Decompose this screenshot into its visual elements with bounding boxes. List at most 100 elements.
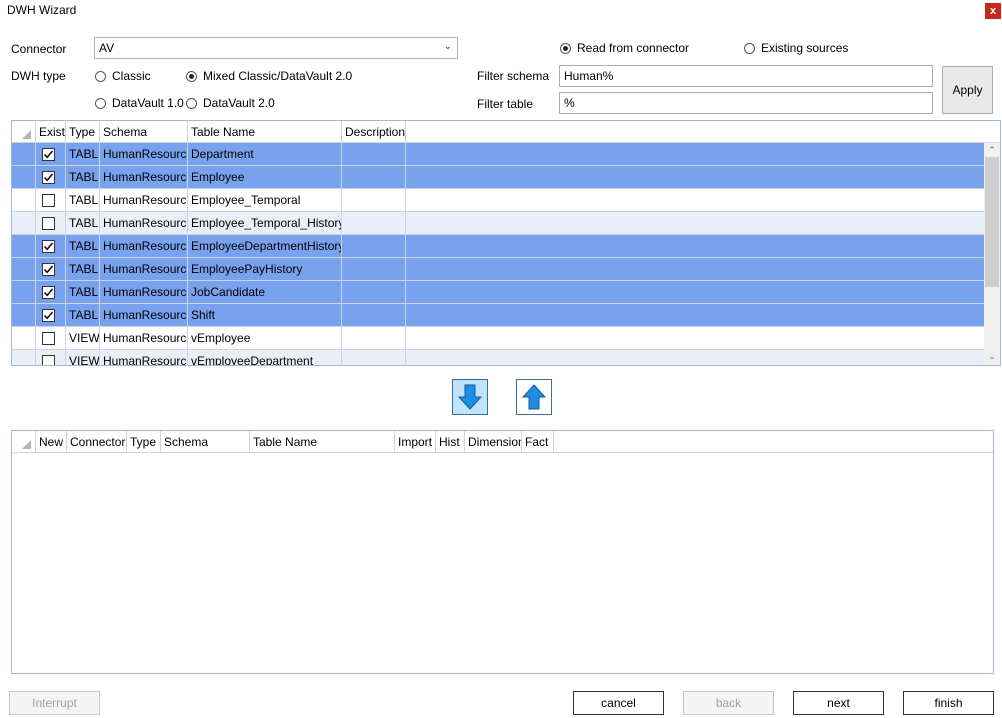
row-header[interactable]	[12, 304, 36, 327]
back-label: back	[715, 696, 742, 710]
exist-cell	[36, 189, 66, 212]
row-header[interactable]	[12, 235, 36, 258]
checkbox-checked[interactable]	[42, 171, 55, 184]
finish-label: finish	[934, 696, 963, 710]
connector-select[interactable]: AV ⌄	[94, 37, 458, 59]
scroll-up-icon[interactable]: ⌃	[984, 145, 1000, 156]
vertical-scrollbar[interactable]: ⌃ ⌄	[984, 143, 1000, 365]
checkbox-unchecked[interactable]	[42, 355, 55, 365]
source-table-grid[interactable]: Exist Type Schema Table Name Description…	[11, 120, 1001, 366]
column-header-type[interactable]: Type	[66, 121, 100, 143]
radio-mixed[interactable]: Mixed Classic/DataVault 2.0	[186, 69, 352, 83]
schema-cell: HumanResources	[100, 212, 188, 235]
column-header-table-name[interactable]: Table Name	[250, 431, 395, 453]
next-label: next	[827, 696, 850, 710]
type-cell: TABLE	[66, 143, 100, 166]
table-row[interactable]: TABLEHumanResourcesEmployee	[12, 166, 985, 189]
radio-datavault-1[interactable]: DataVault 1.0	[95, 96, 184, 110]
table-row[interactable]: TABLEHumanResourcesJobCandidate	[12, 281, 985, 304]
radio-read-from-connector[interactable]: Read from connector	[560, 41, 689, 55]
type-cell: TABLE	[66, 212, 100, 235]
back-button[interactable]: back	[683, 691, 774, 715]
description-cell	[342, 235, 406, 258]
column-header-new[interactable]: New	[36, 431, 67, 453]
column-header-description[interactable]: Description	[342, 121, 406, 143]
description-cell	[342, 304, 406, 327]
exist-cell	[36, 327, 66, 350]
checkbox-checked[interactable]	[42, 240, 55, 253]
description-cell	[342, 350, 406, 365]
select-all-corner[interactable]	[12, 431, 36, 453]
table-name-cell: JobCandidate	[188, 281, 342, 304]
radio-label: Read from connector	[577, 41, 690, 55]
column-header-fact[interactable]: Fact	[522, 431, 554, 453]
table-row[interactable]: TABLEHumanResourcesShift	[12, 304, 985, 327]
filter-table-input[interactable]: %	[559, 92, 933, 114]
radio-existing-sources[interactable]: Existing sources	[744, 41, 848, 55]
next-button[interactable]: next	[793, 691, 884, 715]
row-filler	[406, 258, 985, 281]
table-row[interactable]: TABLEHumanResourcesDepartment	[12, 143, 985, 166]
checkbox-checked[interactable]	[42, 148, 55, 161]
move-up-button[interactable]	[516, 379, 552, 415]
description-cell	[342, 212, 406, 235]
radio-label: Existing sources	[761, 41, 849, 55]
table-row[interactable]: TABLEHumanResourcesEmployeePayHistory	[12, 258, 985, 281]
table-row[interactable]: VIEWHumanResourcesvEmployeeDepartment	[12, 350, 985, 365]
column-header-schema[interactable]: Schema	[161, 431, 250, 453]
checkbox-unchecked[interactable]	[42, 332, 55, 345]
table-row[interactable]: VIEWHumanResourcesvEmployee	[12, 327, 985, 350]
row-header[interactable]	[12, 212, 36, 235]
apply-button[interactable]: Apply	[942, 66, 993, 114]
column-header-hist[interactable]: Hist	[436, 431, 465, 453]
move-down-button[interactable]	[452, 379, 488, 415]
target-table-grid[interactable]: New Connector Type Schema Table Name Imp…	[11, 430, 994, 674]
row-header[interactable]	[12, 327, 36, 350]
table-row[interactable]: TABLEHumanResourcesEmployee_Temporal	[12, 189, 985, 212]
schema-cell: HumanResources	[100, 235, 188, 258]
filter-schema-input[interactable]: Human%	[559, 65, 933, 87]
column-header-schema[interactable]: Schema	[100, 121, 188, 143]
row-header[interactable]	[12, 350, 36, 365]
exist-cell	[36, 258, 66, 281]
row-filler	[406, 166, 985, 189]
table-name-cell: EmployeeDepartmentHistory	[188, 235, 342, 258]
scrollbar-thumb[interactable]	[985, 157, 999, 287]
radio-classic[interactable]: Classic	[95, 69, 151, 83]
table-row[interactable]: TABLEHumanResourcesEmployee_Temporal_His…	[12, 212, 985, 235]
row-filler	[406, 189, 985, 212]
checkbox-unchecked[interactable]	[42, 217, 55, 230]
row-header[interactable]	[12, 166, 36, 189]
table-row[interactable]: TABLEHumanResourcesEmployeeDepartmentHis…	[12, 235, 985, 258]
radio-datavault-2[interactable]: DataVault 2.0	[186, 96, 275, 110]
column-header-table-name[interactable]: Table Name	[188, 121, 342, 143]
checkbox-unchecked[interactable]	[42, 194, 55, 207]
select-all-corner[interactable]	[12, 121, 36, 143]
description-cell	[342, 143, 406, 166]
row-header[interactable]	[12, 189, 36, 212]
dwh-type-label: DWH type	[11, 69, 66, 83]
interrupt-button[interactable]: Interrupt	[9, 691, 100, 715]
column-header-import[interactable]: Import	[395, 431, 436, 453]
checkbox-checked[interactable]	[42, 263, 55, 276]
column-header-dimension[interactable]: Dimension	[465, 431, 522, 453]
finish-button[interactable]: finish	[903, 691, 994, 715]
column-header-type[interactable]: Type	[127, 431, 161, 453]
column-header-connector[interactable]: Connector	[67, 431, 127, 453]
exist-cell	[36, 281, 66, 304]
close-button[interactable]: x	[985, 3, 1001, 19]
checkbox-checked[interactable]	[42, 309, 55, 322]
row-header[interactable]	[12, 258, 36, 281]
schema-cell: HumanResources	[100, 327, 188, 350]
row-header[interactable]	[12, 143, 36, 166]
scroll-down-icon[interactable]: ⌄	[984, 351, 1000, 362]
exist-cell	[36, 143, 66, 166]
row-header[interactable]	[12, 281, 36, 304]
apply-label: Apply	[952, 83, 983, 97]
cancel-button[interactable]: cancel	[573, 691, 664, 715]
radio-label: Classic	[112, 69, 151, 83]
type-cell: VIEW	[66, 350, 100, 365]
checkbox-checked[interactable]	[42, 286, 55, 299]
column-header-exist[interactable]: Exist	[36, 121, 66, 143]
checkmark-icon	[43, 265, 54, 274]
